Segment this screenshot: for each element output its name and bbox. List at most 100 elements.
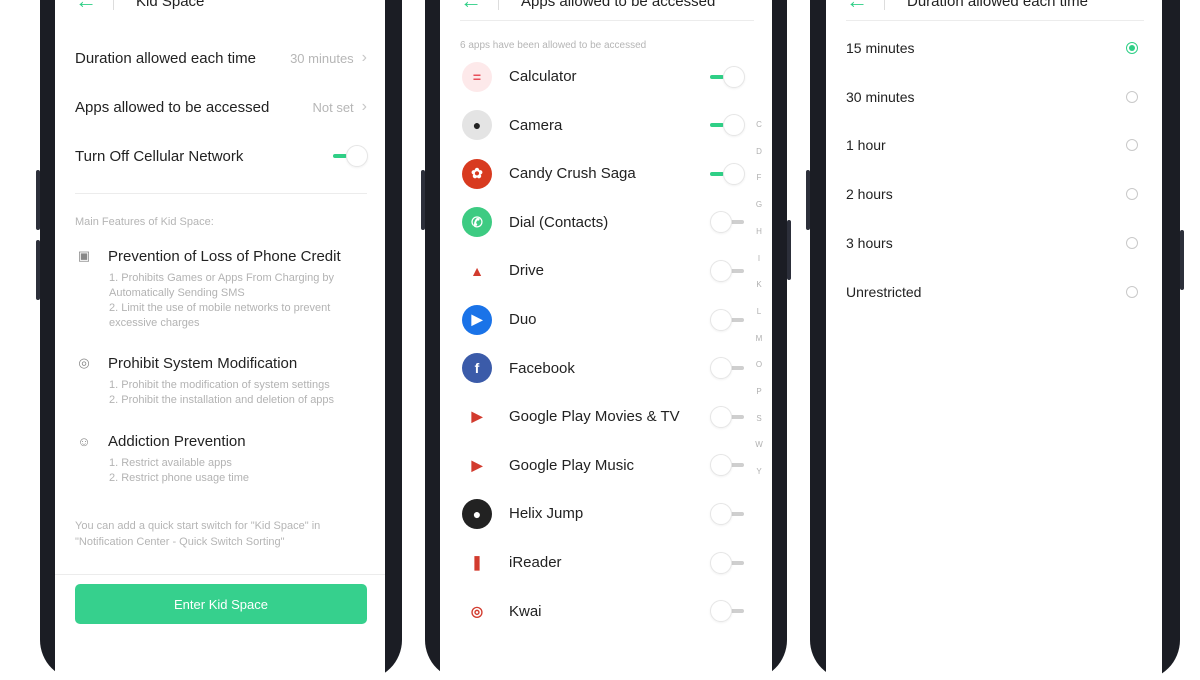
app-row: ✆ Dial (Contacts) [462,198,744,247]
duration-option[interactable]: 3 hours [846,235,1138,251]
back-arrow-icon[interactable]: ← [460,0,482,12]
app-name: Facebook [509,359,575,377]
back-arrow-icon[interactable]: ← [75,0,97,12]
app-toggle[interactable] [710,454,744,477]
app-row: = Calculator [462,52,745,101]
page-title: Apps allowed to be accessed [521,0,716,10]
header-separator [113,0,114,10]
apps-setting-row[interactable]: Apps allowed to be accessed Not set › [75,98,367,116]
app-name: iReader [509,554,562,571]
page-title: Kid Space [136,0,205,10]
app-toggle[interactable] [710,65,745,88]
feature-line: 2. Restrict phone usage time [109,472,250,484]
cellular-setting-row: Turn Off Cellular Network [75,145,368,167]
section-divider [75,193,367,194]
index-letter[interactable]: K [753,280,765,289]
feature-title: Prohibit System Modification [108,354,298,372]
chevron-right-icon: › [361,98,367,115]
duration-setting-value: 30 minutes [290,50,354,66]
feature-credit: ▣ Prevention of Loss of Phone Credit 1. P… [75,247,367,331]
radio-button[interactable] [1126,188,1138,201]
duration-option[interactable]: 1 hour [846,137,1138,153]
app-row: ▶ Google Play Music [462,441,744,490]
index-letter[interactable]: P [753,387,765,396]
app-name: Calculator [509,68,577,85]
radio-button[interactable] [1126,285,1138,298]
app-toggle[interactable] [710,211,744,234]
header-divider [460,20,754,21]
app-row: ▲ Drive [462,246,744,295]
duration-header: ← Duration allowed each time [846,0,1162,14]
drive-icon: ▲ [462,255,492,286]
duration-screen: ← Duration allowed each time 15 minutes 3… [826,0,1162,680]
radio-button[interactable] [1126,42,1138,54]
features-heading: Main Features of Kid Space: [75,216,214,228]
app-row: ✿ Candy Crush Saga [462,149,745,198]
app-row: ▶ Duo [462,295,744,344]
index-letter[interactable]: H [753,227,765,236]
index-letter[interactable]: L [753,307,765,316]
app-name: Drive [509,262,545,280]
duration-option-label: 2 hours [846,186,893,203]
app-toggle[interactable] [710,357,744,380]
alphabet-index[interactable]: C D F G H I K L M O P S W Y [753,120,765,480]
duration-option[interactable]: 30 minutes [846,89,1138,105]
phone-side-button [36,240,40,300]
apps-setting-label: Apps allowed to be accessed [75,98,270,116]
kwai-icon: ◎ [462,596,492,627]
allowed-count-text: 6 apps have been allowed to be accessed [460,40,647,51]
feature-line: 2. Limit the use of mobile networks to p… [109,302,331,329]
duration-option-label: 15 minutes [846,40,915,56]
back-arrow-icon[interactable]: ← [846,0,868,12]
app-name: Candy Crush Saga [509,165,636,183]
duration-setting-row[interactable]: Duration allowed each time 30 minutes › [75,49,367,67]
cellular-toggle[interactable] [333,145,368,167]
duration-option[interactable]: 15 minutes [846,40,1138,56]
app-name: Camera [509,116,563,134]
apps-setting-value: Not set [312,99,354,115]
app-toggle[interactable] [710,259,744,282]
index-letter[interactable]: Y [753,467,765,476]
cellular-setting-label: Turn Off Cellular Network [75,147,244,165]
feature-line: 2. Prohibit the installation and deletio… [109,394,335,406]
app-toggle[interactable] [710,502,744,525]
app-name: Google Play Movies & TV [509,408,680,426]
app-name: Duo [509,311,537,328]
camera-icon: ● [462,110,492,141]
radio-button[interactable] [1126,90,1138,103]
radio-button[interactable] [1126,236,1138,249]
header-separator [884,0,885,10]
calculator-icon: = [462,61,492,92]
index-letter[interactable]: O [753,360,765,369]
index-letter[interactable]: D [753,147,765,156]
kid-space-header: ← Kid Space [75,0,385,14]
apps-header: ← Apps allowed to be accessed [460,0,772,14]
feature-line: 1. Restrict available apps [109,457,232,469]
index-letter[interactable]: G [753,200,765,209]
app-list: = Calculator ● Camera ✿ Candy Crush Saga ✆ Dial… [462,61,745,666]
app-toggle[interactable] [710,405,744,428]
index-letter[interactable]: C [753,120,765,129]
phone-icon: ✆ [462,207,492,238]
app-toggle[interactable] [710,551,744,574]
index-letter[interactable]: M [753,334,765,343]
enter-kid-space-button[interactable]: Enter Kid Space [75,584,367,624]
index-letter[interactable]: S [753,414,765,423]
index-letter[interactable]: I [753,254,765,263]
app-toggle[interactable] [710,600,744,623]
app-name: Kwai [509,602,542,620]
app-toggle[interactable] [710,308,744,331]
duo-icon: ▶ [462,304,492,335]
duration-option[interactable]: 2 hours [846,186,1138,202]
app-toggle[interactable] [710,114,745,137]
radio-button[interactable] [1126,139,1138,152]
phone-side-button [421,170,425,230]
duration-option[interactable]: Unrestricted [846,284,1138,300]
candy-crush-icon: ✿ [462,158,492,189]
phone-frame-apps: ← Apps allowed to be accessed 6 apps hav… [421,0,791,680]
index-letter[interactable]: W [753,440,765,449]
app-row: ▶ Google Play Movies & TV [462,392,744,441]
app-toggle[interactable] [710,162,745,185]
index-letter[interactable]: F [753,173,765,182]
quick-switch-note: You can add a quick start switch for "Ki… [75,520,321,548]
